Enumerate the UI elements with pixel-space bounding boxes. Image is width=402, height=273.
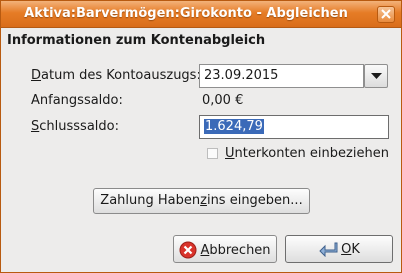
reconcile-dialog: Aktiva:Barvermögen:Girokonto - Abgleiche… [0, 0, 402, 273]
date-dropdown-button[interactable] [364, 64, 388, 88]
cancel-icon [179, 241, 197, 259]
chevron-down-icon [371, 73, 382, 79]
close-button[interactable] [377, 6, 395, 23]
subaccounts-label[interactable]: Unterkonten einbeziehen [225, 146, 389, 161]
ok-label: OK [341, 241, 360, 257]
end-balance-value: 1.624,79 [204, 119, 264, 134]
close-icon [381, 9, 391, 19]
title-bar[interactable]: Aktiva:Barvermögen:Girokonto - Abgleiche… [1, 1, 401, 28]
ok-button[interactable]: OK [285, 235, 393, 263]
section-heading: Informationen zum Kontenabgleich [7, 33, 266, 48]
end-balance-label: Schlusssaldo: [31, 119, 119, 134]
start-balance-value: 0,00 € [202, 93, 244, 108]
ok-arrow-icon [319, 242, 338, 257]
date-label: Datum des Kontoauszugs: [31, 68, 201, 83]
start-balance-label: Anfangssaldo: [31, 93, 123, 108]
enter-interest-button[interactable]: Zahlung Habenzins eingeben... [93, 188, 310, 214]
cancel-button[interactable]: Abbrechen [173, 235, 277, 263]
cancel-label: Abbrechen [200, 242, 271, 258]
end-balance-field[interactable]: 1.624,79 [199, 115, 389, 139]
window-title: Aktiva:Barvermögen:Girokonto - Abgleiche… [24, 6, 348, 21]
subaccounts-checkbox[interactable] [207, 148, 218, 159]
date-field[interactable]: 23.09.2015 [199, 64, 364, 88]
